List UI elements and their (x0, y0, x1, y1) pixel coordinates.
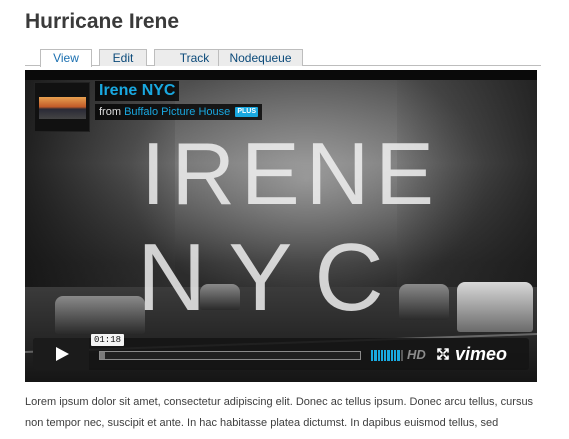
fullscreen-icon[interactable] (437, 348, 449, 360)
author-thumbnail-image (39, 97, 86, 119)
volume-bar (397, 350, 400, 361)
local-tabs: View Edit Track Nodequeue (25, 49, 541, 67)
video-overlay-text-line2: NYC (137, 224, 406, 331)
video-frame-car (55, 296, 145, 334)
video-frame-car (399, 284, 449, 320)
volume-bar (387, 350, 390, 361)
volume-bar (394, 350, 397, 361)
volume-bar (400, 350, 403, 361)
video-title-link[interactable]: Irene NYC (95, 81, 180, 101)
progress-bar[interactable] (99, 351, 361, 360)
progress-fill (100, 352, 105, 359)
plus-badge: PLUS (235, 107, 258, 118)
vimeo-logo[interactable]: vimeo (455, 344, 507, 365)
page-title: Hurricane Irene (25, 10, 180, 33)
volume-bar (377, 350, 380, 361)
volume-bar (371, 350, 374, 361)
byline-prefix: from (99, 106, 121, 118)
author-thumbnail[interactable] (34, 82, 90, 132)
volume-control[interactable] (371, 350, 403, 361)
volume-bar (384, 350, 387, 361)
volume-bar (380, 350, 384, 361)
tab-nodequeue[interactable]: Nodequeue (218, 49, 303, 66)
play-icon (56, 347, 69, 361)
volume-bar (390, 350, 394, 361)
tab-edit[interactable]: Edit (99, 49, 147, 66)
video-frame-car (457, 282, 533, 332)
author-link[interactable]: Buffalo Picture House (124, 106, 230, 118)
video-overlay-text-line1: IRENE (141, 124, 440, 223)
video-byline: from Buffalo Picture House PLUS (95, 104, 262, 120)
tab-view[interactable]: View (40, 49, 92, 67)
body-paragraph: Lorem ipsum dolor sit amet, consectetur … (25, 396, 534, 439)
play-button[interactable] (33, 338, 89, 370)
current-time: 01:18 (91, 334, 125, 346)
volume-bar (374, 350, 377, 361)
player-controls: 01:18 HD vimeo (33, 334, 529, 370)
player-top-band (25, 70, 537, 80)
hd-toggle[interactable]: HD (407, 347, 426, 362)
video-player[interactable]: IRENE NYC Irene NYC from Buffalo Picture… (25, 70, 537, 382)
